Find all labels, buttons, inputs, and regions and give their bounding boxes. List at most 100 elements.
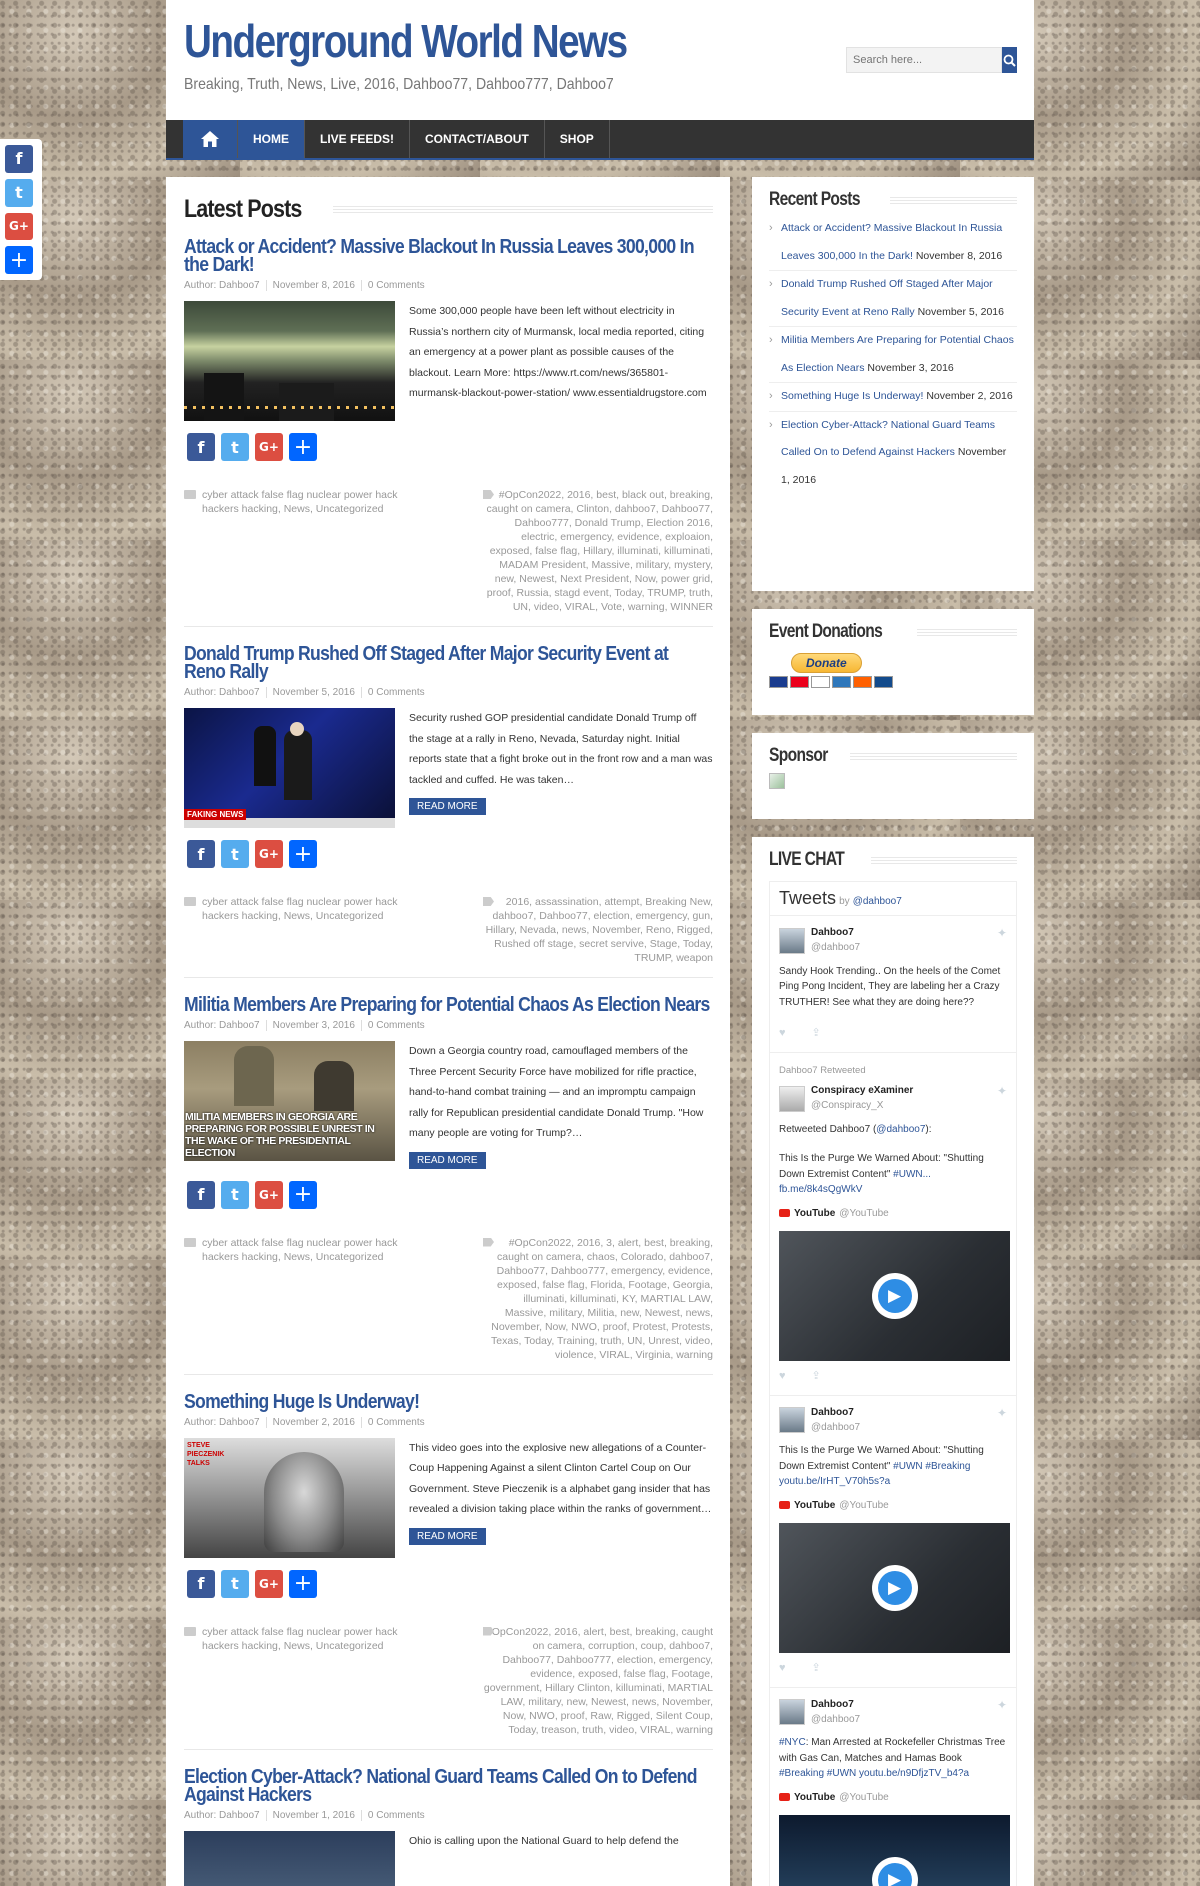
main-nav: HOME LIVE FEEDS! CONTACT/ABOUT SHOP: [166, 120, 1034, 158]
share-plus-icon[interactable]: +: [289, 433, 317, 461]
youtube-icon: [779, 1209, 790, 1218]
video-embed[interactable]: ▶: [779, 1231, 1010, 1361]
read-more-button[interactable]: READ MORE: [409, 798, 486, 815]
post-tags[interactable]: 2016, assassination, attempt, Breaking N…: [483, 895, 713, 965]
post-meta: Author: Dahboo7 November 3, 2016 0 Comment…: [184, 1020, 713, 1031]
twitter-share-icon[interactable]: t: [221, 1569, 249, 1598]
like-icon[interactable]: ♥: [779, 1661, 786, 1677]
share-plus-icon[interactable]: +: [5, 246, 33, 274]
post: Something Huge Is Underway! Author: Dahb…: [184, 1392, 713, 1750]
share-icon[interactable]: ⇪: [812, 1369, 821, 1385]
post-tags[interactable]: #OpCon2022, 2016, best, black out, break…: [483, 488, 714, 614]
thumbnail-caption: FAKING NEWS: [184, 809, 247, 820]
post-categories[interactable]: cyber attack false flag nuclear power ha…: [184, 488, 404, 614]
post-title-link[interactable]: Militia Members Are Preparing for Potent…: [184, 995, 710, 1015]
list-item: Donald Trump Rushed Off Staged After Maj…: [769, 271, 1017, 327]
avatar[interactable]: [779, 1699, 805, 1726]
post-categories[interactable]: cyber attack false flag nuclear power ha…: [184, 895, 404, 965]
googleplus-share-icon[interactable]: G+: [255, 1569, 283, 1598]
tweet: Dahboo7 @dahboo7 ✦ This Is the Purge We W…: [770, 1396, 1016, 1688]
post-categories[interactable]: cyber attack false flag nuclear power ha…: [184, 1625, 404, 1737]
avatar[interactable]: [779, 1085, 805, 1112]
post-tags[interactable]: #OpCon2022, 2016, 3, alert, best, breaki…: [483, 1236, 713, 1362]
avatar[interactable]: [779, 927, 805, 954]
facebook-share-icon[interactable]: f: [187, 1180, 215, 1209]
like-icon[interactable]: ♥: [779, 1026, 786, 1042]
nav-live-feeds[interactable]: LIVE FEEDS!: [305, 120, 411, 158]
share-plus-icon[interactable]: +: [289, 1569, 317, 1598]
post-title-link[interactable]: Donald Trump Rushed Off Staged After Maj…: [184, 644, 710, 682]
twitter-share-icon[interactable]: t: [221, 840, 249, 868]
comments-link[interactable]: 0 Comments: [360, 1416, 431, 1428]
read-more-button[interactable]: READ MORE: [409, 1151, 486, 1169]
facebook-share-icon[interactable]: f: [187, 1569, 215, 1598]
search-button[interactable]: [1002, 47, 1017, 73]
timeline-handle-link[interactable]: @dahboo7: [853, 896, 902, 907]
twitter-share-icon[interactable]: t: [221, 1180, 249, 1209]
share-plus-icon[interactable]: +: [289, 1180, 317, 1209]
googleplus-share-icon[interactable]: G+: [255, 1180, 283, 1209]
youtube-icon: [779, 1501, 790, 1510]
twitter-bird-icon[interactable]: ✦: [997, 1698, 1007, 1714]
facebook-share-icon[interactable]: f: [5, 145, 33, 173]
twitter-timeline: Tweets by @dahboo7 Dahboo7 @dahboo7 ✦ San…: [769, 881, 1017, 1886]
video-embed[interactable]: ▶: [779, 1815, 1010, 1886]
post-share-row: f t G+ +: [187, 1180, 713, 1209]
widget-title: Recent Posts: [769, 189, 1017, 211]
thumbnail-caption: STEVE PIECZENIK TALKS: [187, 1441, 225, 1467]
comments-link[interactable]: 0 Comments: [360, 1020, 431, 1031]
post-thumbnail[interactable]: [184, 301, 395, 421]
latest-posts-column: Latest Posts Attack or Accident? Massive…: [166, 177, 730, 1886]
play-icon[interactable]: ▶: [871, 1565, 918, 1611]
googleplus-share-icon[interactable]: G+: [5, 212, 33, 241]
post-thumbnail[interactable]: FAKING NEWS: [184, 708, 395, 828]
comments-link[interactable]: 0 Comments: [360, 280, 431, 291]
like-icon[interactable]: ♥: [779, 1369, 786, 1385]
nav-contact-about[interactable]: CONTACT/ABOUT: [410, 120, 545, 158]
twitter-bird-icon[interactable]: ✦: [997, 1084, 1007, 1100]
share-plus-icon[interactable]: +: [289, 840, 317, 868]
sponsor-image[interactable]: [769, 773, 785, 789]
post-title-link[interactable]: Election Cyber-Attack? National Guard Te…: [184, 1767, 710, 1805]
post-excerpt: Ohio is calling upon the National Guard …: [409, 1834, 679, 1847]
twitter-share-icon[interactable]: t: [5, 178, 33, 207]
facebook-share-icon[interactable]: f: [187, 433, 215, 461]
post-categories[interactable]: cyber attack false flag nuclear power ha…: [184, 1236, 404, 1362]
nav-home-icon-button[interactable]: [183, 120, 238, 158]
post-tags[interactable]: #OpCon2022, 2016, alert, best, breaking,…: [483, 1625, 713, 1737]
post: Election Cyber-Attack? National Guard Te…: [184, 1767, 713, 1886]
site-title[interactable]: Underground World News: [184, 14, 628, 68]
twitter-bird-icon[interactable]: ✦: [997, 926, 1007, 942]
recent-post-link[interactable]: Something Huge Is Underway!: [781, 390, 923, 402]
post-thumbnail[interactable]: [184, 1830, 395, 1886]
video-embed[interactable]: ▶: [779, 1523, 1010, 1653]
nav-shop[interactable]: SHOP: [545, 120, 610, 158]
twitter-share-icon[interactable]: t: [221, 433, 249, 461]
post-excerpt: Down a Georgia country road, camouflaged…: [409, 1045, 704, 1139]
share-icon[interactable]: ⇪: [812, 1026, 821, 1042]
post-thumbnail[interactable]: MILITIA MEMBERS IN GEORGIA ARE PREPARING…: [184, 1041, 395, 1161]
googleplus-share-icon[interactable]: G+: [255, 840, 283, 868]
widget-title: Event Donations: [769, 621, 1017, 643]
googleplus-share-icon[interactable]: G+: [255, 433, 283, 461]
search-icon: [1003, 54, 1016, 67]
post-title-link[interactable]: Something Huge Is Underway!: [184, 1392, 710, 1412]
comments-link[interactable]: 0 Comments: [360, 1809, 431, 1821]
play-icon[interactable]: ▶: [871, 1857, 918, 1886]
read-more-button[interactable]: READ MORE: [409, 1527, 486, 1545]
nav-home[interactable]: HOME: [238, 120, 305, 158]
twitter-bird-icon[interactable]: ✦: [997, 1406, 1007, 1422]
donate-button[interactable]: Donate: [791, 653, 862, 673]
post-thumbnail[interactable]: STEVE PIECZENIK TALKS: [184, 1437, 395, 1558]
search-input[interactable]: [846, 47, 1002, 73]
avatar[interactable]: [779, 1407, 805, 1434]
comments-link[interactable]: 0 Comments: [360, 687, 431, 698]
post-share-row: f t G+ +: [187, 433, 713, 461]
share-icon[interactable]: ⇪: [812, 1661, 821, 1677]
site-tagline: Breaking, Truth, News, Live, 2016, Dahbo…: [184, 76, 614, 93]
donations-widget: Event Donations Donate: [752, 609, 1034, 715]
post-title-link[interactable]: Attack or Accident? Massive Blackout In …: [184, 237, 710, 275]
play-icon[interactable]: ▶: [871, 1273, 918, 1319]
sponsor-widget: Sponsor: [752, 733, 1034, 819]
facebook-share-icon[interactable]: f: [187, 840, 215, 868]
